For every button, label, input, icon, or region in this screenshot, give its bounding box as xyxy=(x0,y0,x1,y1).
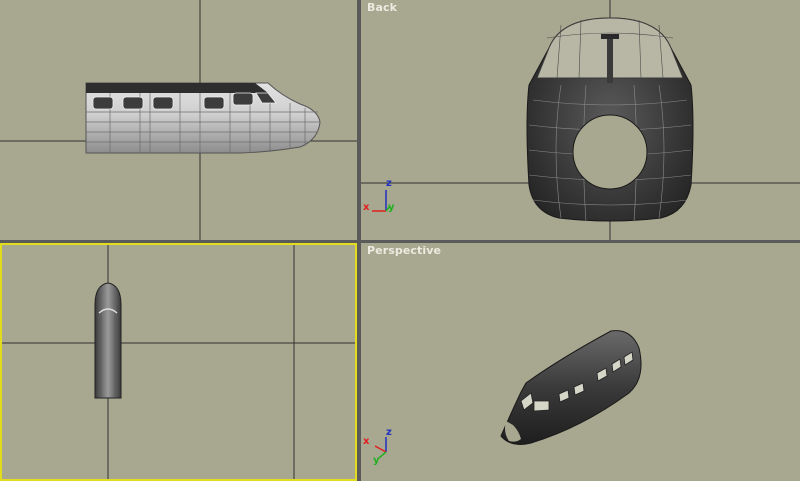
axis-y-label: y xyxy=(388,202,395,213)
fuselage-perspective-mesh xyxy=(500,330,642,445)
viewport-side-canvas xyxy=(0,0,357,240)
viewport-perspective-canvas xyxy=(374,330,642,459)
fuselage-back-mesh xyxy=(526,17,694,223)
axis-x-label: x xyxy=(363,202,370,213)
axis-z-label: z xyxy=(386,427,392,438)
viewport-top-canvas xyxy=(2,245,355,479)
fuselage-side-mesh xyxy=(85,82,321,154)
viewport-label: Perspective xyxy=(367,244,442,257)
viewport-back-canvas xyxy=(361,0,800,240)
viewport-side[interactable] xyxy=(0,0,357,240)
axis-z-label: z xyxy=(386,178,392,189)
viewport-back[interactable]: Back z x y xyxy=(361,0,800,240)
axis-x-label: x xyxy=(363,436,370,447)
viewport-label: Back xyxy=(367,1,398,14)
viewport-top[interactable] xyxy=(0,243,357,481)
fuselage-top-mesh xyxy=(94,282,122,399)
axis-y-label: y xyxy=(373,455,380,466)
viewport-perspective[interactable]: Perspective z x y xyxy=(361,243,800,481)
